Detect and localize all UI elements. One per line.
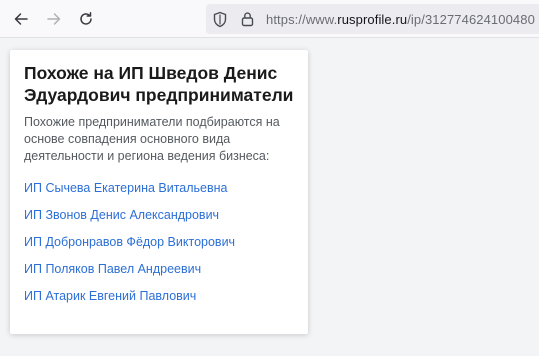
reload-button[interactable]	[72, 5, 100, 33]
list-item: ИП Атарик Евгений Павлович	[24, 287, 294, 314]
url-prefix: https://www.	[266, 11, 338, 27]
similar-list: ИП Сычева Екатерина Витальевна ИП Звонов…	[24, 179, 294, 314]
forward-button[interactable]	[40, 5, 68, 33]
back-button[interactable]	[7, 5, 35, 33]
entrepreneur-link[interactable]: ИП Поляков Павел Андреевич	[24, 262, 201, 276]
lock-icon[interactable]	[239, 10, 255, 28]
card-title: Похоже на ИП Шведов Денис Эдуардович пре…	[24, 63, 294, 105]
list-item: ИП Поляков Павел Андреевич	[24, 260, 294, 287]
similar-entrepreneurs-card: Похоже на ИП Шведов Денис Эдуардович пре…	[10, 50, 308, 334]
url-text[interactable]: https://www.rusprofile.ru/ip/31277462410…	[266, 12, 535, 27]
browser-toolbar: https://www.rusprofile.ru/ip/31277462410…	[0, 0, 539, 38]
card-description: Похожие предприниматели подбираются на о…	[24, 115, 280, 163]
arrow-right-icon	[46, 11, 62, 27]
list-item: ИП Сычева Екатерина Витальевна	[24, 179, 294, 206]
entrepreneur-link[interactable]: ИП Атарик Евгений Павлович	[24, 289, 196, 303]
list-item: ИП Звонов Денис Александрович	[24, 206, 294, 233]
entrepreneur-link[interactable]: ИП Сычева Екатерина Витальевна	[24, 181, 228, 195]
page-content: Похоже на ИП Шведов Денис Эдуардович пре…	[0, 38, 539, 356]
shield-icon[interactable]	[211, 10, 229, 28]
arrow-left-icon	[13, 11, 29, 27]
reload-icon	[78, 11, 94, 27]
list-item: ИП Добронравов Фёдор Викторович	[24, 233, 294, 260]
entrepreneur-link[interactable]: ИП Добронравов Фёдор Викторович	[24, 235, 235, 249]
url-domain: rusprofile.ru	[337, 11, 408, 27]
address-bar[interactable]: https://www.rusprofile.ru/ip/31277462410…	[206, 4, 539, 34]
entrepreneur-link[interactable]: ИП Звонов Денис Александрович	[24, 208, 219, 222]
url-path: /ip/312774624100480	[407, 11, 535, 27]
